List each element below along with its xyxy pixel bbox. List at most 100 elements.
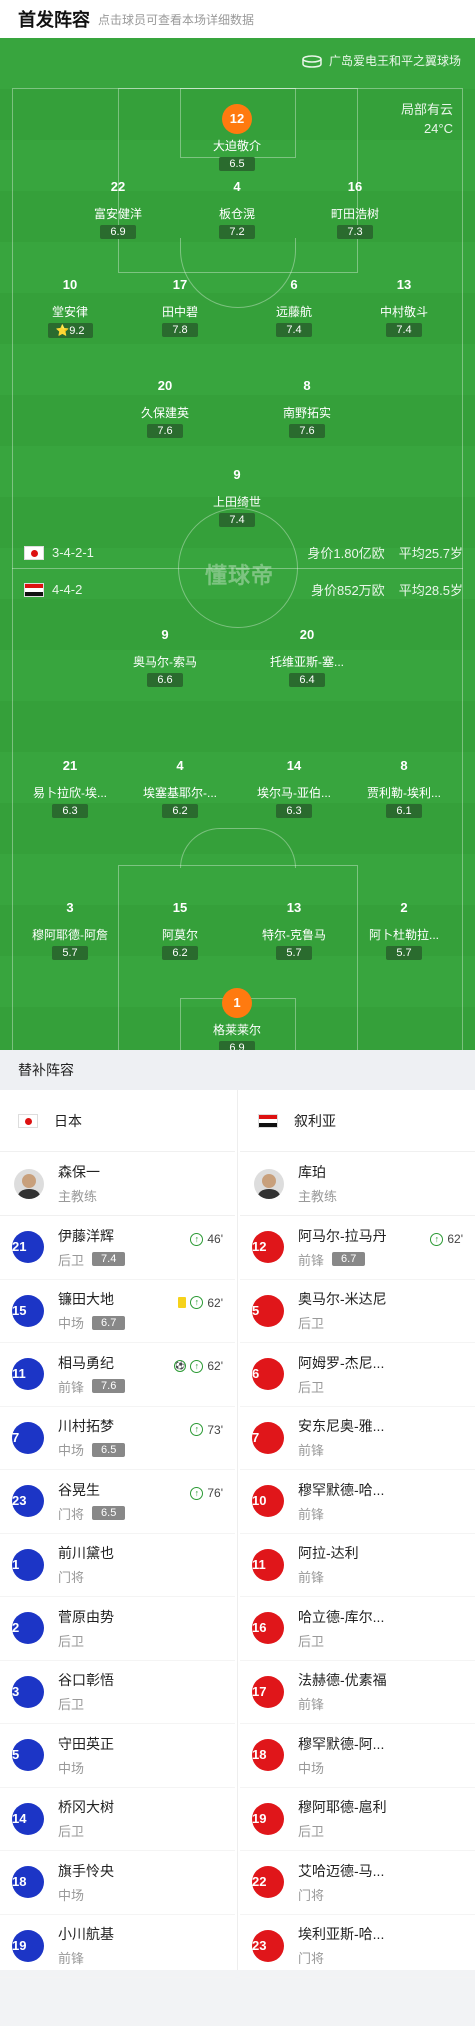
sub-player-row[interactable]: 5 奥马尔-米达尼 后卫 (240, 1280, 475, 1343)
player-rating: 6.9 (100, 225, 136, 239)
player-marker[interactable]: 3 穆阿耶德-阿詹 5.7 (20, 893, 120, 961)
sub-player-row[interactable]: 3 谷口彰悟 后卫 (0, 1661, 235, 1724)
player-name: 特尔-克鲁马 (262, 928, 326, 942)
rating-value: 6.2 (172, 805, 188, 817)
player-rating: 7.4 (386, 323, 422, 337)
sub-player-row[interactable]: 23 埃利亚斯-哈... 门将 (240, 1915, 475, 1978)
player-info: 穆罕默德-哈... 前锋 (298, 1480, 475, 1523)
sub-player-row[interactable]: 1 前川黛也 门将 (0, 1534, 235, 1597)
player-name: 板仓滉 (218, 207, 255, 221)
player-position: 前锋 (298, 1504, 475, 1523)
player-number: 16 (252, 1612, 284, 1645)
player-marker[interactable]: 20 托维亚斯-塞... 6.4 (257, 620, 357, 688)
player-marker[interactable]: 8 南野拓实 7.6 (257, 371, 357, 439)
position-label: 门将 (298, 1951, 325, 1967)
rating-value: 7.2 (229, 226, 245, 238)
sub-player-row[interactable]: 7 川村拓梦 中场 6.5 ↑ 73' (0, 1407, 235, 1470)
player-marker[interactable]: 13 中村敬斗 7.4 (354, 270, 454, 338)
player-name: 中村敬斗 (379, 305, 428, 319)
sub-player-row[interactable]: 10 穆罕默德-哈... 前锋 (240, 1470, 475, 1534)
position-label: 前锋 (298, 1697, 325, 1713)
rating-value: 6.3 (62, 805, 78, 817)
player-rating: 7.6 (92, 1379, 126, 1394)
sub-player-row[interactable]: 21 伊藤洋辉 后卫 7.4 ↑ 46' (0, 1216, 235, 1280)
player-info: 守田英正 中场 (58, 1734, 235, 1777)
player-info: 阿姆罗-杰尼... 后卫 (298, 1353, 475, 1396)
sub-player-row[interactable]: 7 安东尼奥-雅... 前锋 (240, 1407, 475, 1470)
player-name: 法赫德-优素福 (298, 1672, 387, 1689)
away-coach[interactable]: 库珀 主教练 (240, 1152, 475, 1216)
player-name: 奥马尔-米达尼 (298, 1291, 387, 1308)
rating-value: 9.2 (69, 325, 85, 337)
subs-section: 日本 森保一 主教练 21 伊藤洋辉 后卫 7.4 ↑ 46' 15 镰田大地 中场 6.7 ↑ 62… (0, 1090, 475, 1978)
player-marker[interactable]: 2 阿卜杜勒拉... 5.7 (354, 893, 454, 961)
player-number: 7 (12, 1421, 44, 1454)
away-value: 身价852万欧 (310, 583, 385, 598)
player-position: 前锋 (298, 1694, 475, 1713)
player-marker[interactable]: 22 富安健洋 6.9 (68, 172, 168, 240)
player-marker[interactable]: 17 田中碧 7.8 (130, 270, 230, 338)
sub-player-row[interactable]: 18 穆罕默德-阿... 中场 (240, 1724, 475, 1788)
player-rating: 6.3 (276, 804, 312, 818)
sub-player-row[interactable]: 23 谷晃生 门将 6.5 ↑ 76' (0, 1470, 235, 1534)
player-number: 12 (222, 104, 252, 134)
player-marker[interactable]: 4 板仓滉 7.2 (187, 172, 287, 240)
player-position: 后卫 (298, 1313, 475, 1332)
sub-player-row[interactable]: 14 桥冈大树 后卫 (0, 1788, 235, 1851)
home-team-header[interactable]: 日本 (0, 1090, 235, 1152)
sub-player-row[interactable]: 6 阿姆罗-杰尼... 后卫 (240, 1343, 475, 1407)
venue-info: 广岛爱电王和平之翼球场 (301, 52, 461, 69)
player-info: 安东尼奥-雅... 前锋 (298, 1416, 475, 1459)
player-name: 远藤航 (275, 305, 312, 319)
syria-flag-icon (258, 1113, 278, 1128)
sub-player-row[interactable]: 5 守田英正 中场 (0, 1724, 235, 1788)
player-number: 13 (286, 900, 302, 915)
player-marker[interactable]: 4 埃塞基耶尔-... 6.2 (130, 751, 230, 819)
player-marker[interactable]: 10 堂安律 ⭐9.2 (20, 270, 120, 339)
player-marker[interactable]: 13 特尔-克鲁马 5.7 (244, 893, 344, 961)
home-coach[interactable]: 森保一 主教练 (0, 1152, 235, 1216)
player-marker[interactable]: 20 久保建英 7.6 (115, 371, 215, 439)
player-name: 阿莫尔 (161, 928, 198, 942)
player-marker[interactable]: 9 上田绮世 7.4 (187, 460, 287, 528)
position-label: 前锋 (298, 1570, 325, 1586)
coach-name: 森保一 (58, 1164, 100, 1180)
player-info: 前川黛也 门将 (58, 1543, 235, 1586)
sub-player-row[interactable]: 12 阿马尔-拉马丹 前锋 6.7 ↑ 62' (240, 1216, 475, 1280)
player-marker[interactable]: 1 格莱莱尔 6.9 (187, 988, 287, 1050)
sub-in-icon: ↑ (430, 1232, 444, 1246)
player-rating: ⭐9.2 (47, 323, 93, 338)
lineup-page: 首发阵容 点击球员可查看本场详细数据 广岛爱电王和平之翼球场 局部有云 24°C… (0, 0, 475, 2026)
sub-minute: 62' (207, 1359, 223, 1373)
away-team-header[interactable]: 叙利亚 (240, 1090, 475, 1152)
player-marker[interactable]: 9 奥马尔-索马 6.6 (115, 620, 215, 688)
player-marker[interactable]: 16 町田浩树 7.3 (305, 172, 405, 240)
player-info: 阿拉-达利 前锋 (298, 1543, 475, 1586)
sub-player-row[interactable]: 17 法赫德-优素福 前锋 (240, 1661, 475, 1724)
sub-player-row[interactable]: 19 穆阿耶德-扈利 后卫 (240, 1788, 475, 1851)
player-name: 穆阿耶德-阿詹 (32, 928, 108, 942)
sub-player-row[interactable]: 15 镰田大地 中场 6.7 ↑ 62' (0, 1280, 235, 1343)
player-marker[interactable]: 14 埃尔马-亚伯... 6.3 (244, 751, 344, 819)
player-number: 11 (252, 1548, 284, 1581)
rating-value: 7.4 (286, 324, 302, 336)
sub-player-row[interactable]: 22 艾哈迈德-马... 门将 (240, 1851, 475, 1915)
rating-value: 6.3 (286, 805, 302, 817)
sub-player-row[interactable]: 11 相马勇纪 前锋 7.6 ⚽ ↑ 62' (0, 1343, 235, 1407)
sub-in-icon: ↑ (190, 1359, 204, 1373)
sub-player-row[interactable]: 2 菅原由势 后卫 (0, 1597, 235, 1661)
player-marker[interactable]: 8 贾利勒-埃利... 6.1 (354, 751, 454, 819)
player-rating: 6.5 (219, 157, 255, 171)
player-number: 18 (252, 1739, 284, 1772)
player-marker[interactable]: 6 远藤航 7.4 (244, 270, 344, 338)
player-marker[interactable]: 12 大迫敬介 6.5 (187, 104, 287, 172)
player-name: 贾利勒-埃利... (367, 786, 441, 800)
player-marker[interactable]: 21 易卜拉欣-埃... 6.3 (20, 751, 120, 819)
away-team-row: 4-4-2 身价852万欧 平均28.5岁 (24, 580, 463, 599)
sub-player-row[interactable]: 11 阿拉-达利 前锋 (240, 1534, 475, 1597)
sub-player-row[interactable]: 19 小川航基 前锋 (0, 1915, 235, 1978)
player-rating: 6.7 (332, 1252, 366, 1267)
player-marker[interactable]: 15 阿莫尔 6.2 (130, 893, 230, 961)
sub-player-row[interactable]: 18 旗手怜央 中场 (0, 1851, 235, 1915)
sub-player-row[interactable]: 16 哈立德-库尔... 后卫 (240, 1597, 475, 1661)
